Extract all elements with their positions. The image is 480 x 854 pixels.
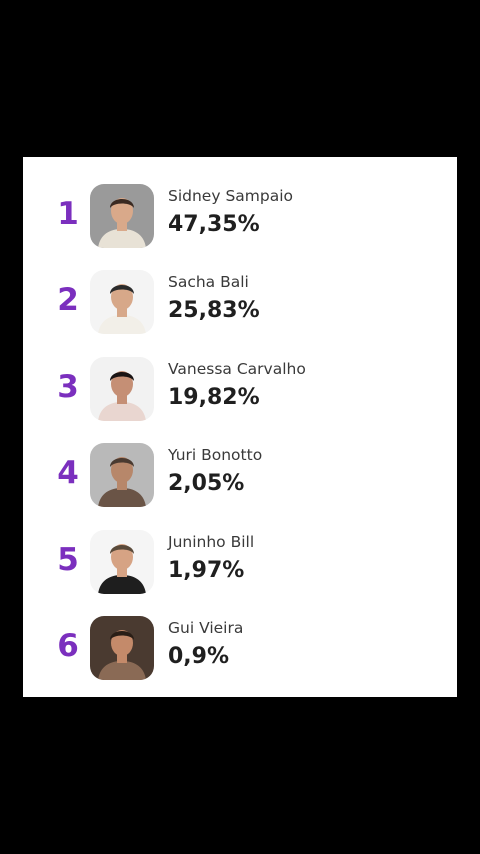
vote-percentage: 25,83%	[168, 298, 260, 323]
vote-percentage: 1,97%	[168, 558, 245, 583]
rank-number: 2	[57, 282, 79, 318]
ranking-card: 1 Sidney Sampaio 47,35% 2 Sacha Bali 25,…	[23, 157, 457, 697]
portrait-photo	[90, 357, 154, 421]
ranking-row: 6 Gui Vieira 0,9%	[23, 614, 457, 682]
avatar	[90, 357, 154, 421]
participant-name: Sacha Bali	[168, 273, 249, 291]
portrait-photo	[90, 443, 154, 507]
participant-name: Juninho Bill	[168, 533, 255, 551]
rank-number: 3	[57, 369, 79, 405]
avatar	[90, 270, 154, 334]
portrait-photo	[90, 184, 154, 248]
participant-name: Yuri Bonotto	[168, 446, 263, 464]
avatar	[90, 616, 154, 680]
rank-number: 6	[57, 628, 79, 664]
vote-percentage: 19,82%	[168, 385, 260, 410]
vote-percentage: 0,9%	[168, 644, 230, 669]
portrait-photo	[90, 530, 154, 594]
portrait-photo	[90, 616, 154, 680]
avatar	[90, 530, 154, 594]
ranking-row: 4 Yuri Bonotto 2,05%	[23, 441, 457, 509]
vote-percentage: 47,35%	[168, 212, 260, 237]
avatar	[90, 184, 154, 248]
rank-number: 4	[57, 455, 79, 491]
vote-percentage: 2,05%	[168, 471, 245, 496]
participant-name: Gui Vieira	[168, 619, 244, 637]
portrait-photo	[90, 270, 154, 334]
ranking-row: 1 Sidney Sampaio 47,35%	[23, 182, 457, 250]
ranking-row: 3 Vanessa Carvalho 19,82%	[23, 355, 457, 423]
rank-number: 5	[57, 542, 79, 578]
ranking-row: 5 Juninho Bill 1,97%	[23, 528, 457, 596]
participant-name: Vanessa Carvalho	[168, 360, 306, 378]
rank-number: 1	[57, 196, 79, 232]
participant-name: Sidney Sampaio	[168, 187, 294, 205]
avatar	[90, 443, 154, 507]
ranking-row: 2 Sacha Bali 25,83%	[23, 268, 457, 336]
